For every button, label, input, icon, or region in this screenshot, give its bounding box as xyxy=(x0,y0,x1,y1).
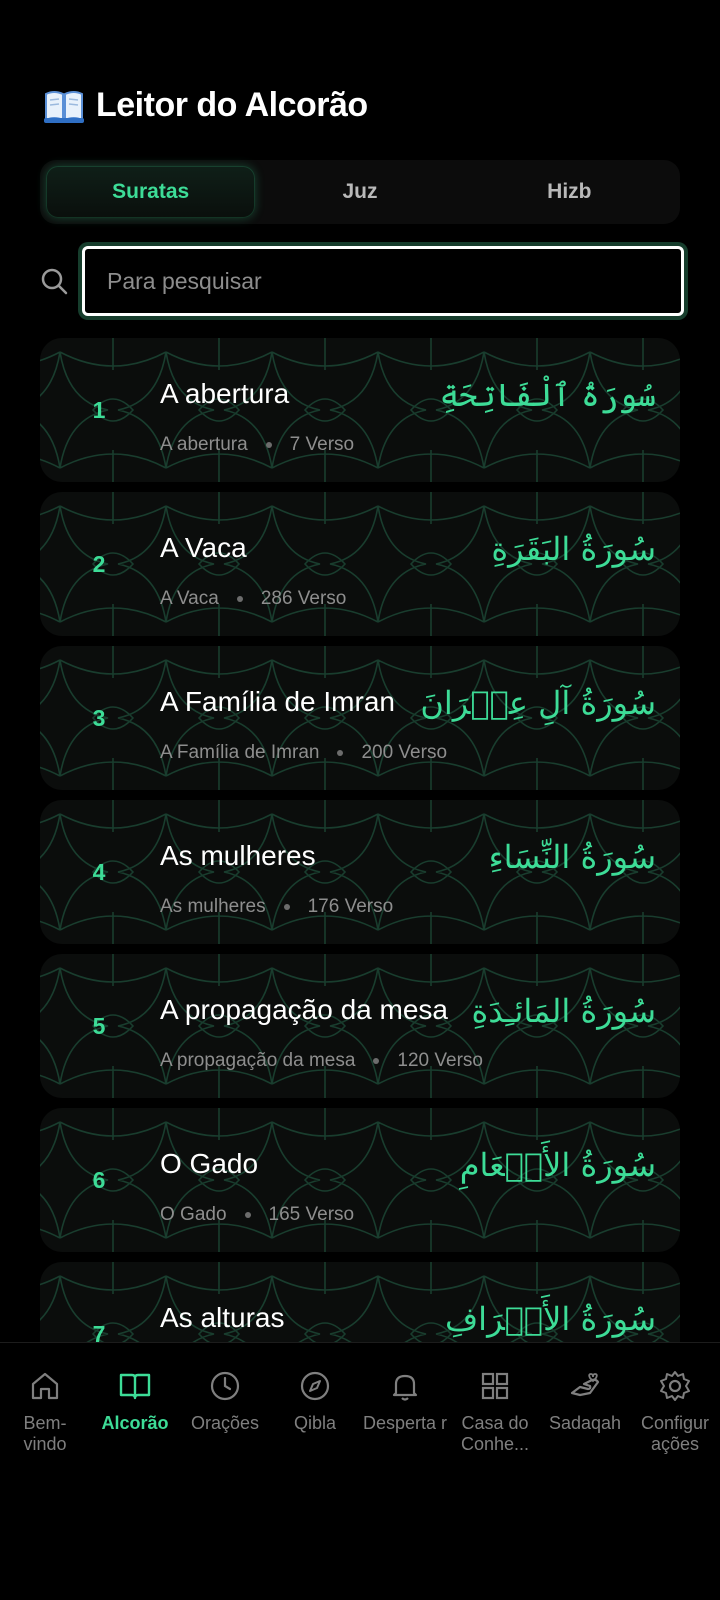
surah-number: 5 xyxy=(92,1012,106,1039)
surah-number: 3 xyxy=(92,704,106,731)
nav-label: Bem-vindo xyxy=(23,1413,67,1454)
surah-arabic-name: سُورَةُ البَقَرَةِ xyxy=(491,530,656,568)
surah-title: O Gado xyxy=(160,1148,259,1179)
surah-meta: A abertura 7 Verso xyxy=(160,434,354,456)
separator-dot xyxy=(373,1058,380,1064)
surah-arabic-name: سُورَةُ النِّسَاءِ xyxy=(488,838,656,876)
surah-title: A abertura xyxy=(160,378,290,409)
nav-item-alcorao[interactable]: Alcorão xyxy=(90,1343,180,1482)
compass-icon xyxy=(300,1371,330,1401)
surah-title: As mulheres xyxy=(160,840,316,871)
search-bar: Para pesquisar xyxy=(40,244,684,318)
surah-meta: A propagação da mesa 120 Verso xyxy=(160,1050,483,1072)
verse-count: 165 Verso xyxy=(268,1204,355,1225)
verse-count: 200 Verso xyxy=(361,742,448,763)
surah-title: A propagação da mesa xyxy=(160,994,448,1025)
surah-subtitle: As mulheres xyxy=(160,896,266,917)
surah-subtitle: O Gado xyxy=(160,1204,227,1225)
surah-title: A Vaca xyxy=(160,532,247,563)
surah-card[interactable]: 4 As mulheres As mulheres 176 Verso سُورَةُ … xyxy=(40,800,680,944)
separator-dot xyxy=(236,596,243,602)
search-input[interactable]: Para pesquisar xyxy=(82,246,684,316)
surah-meta: A Família de Imran 200 Verso xyxy=(160,742,447,764)
nav-label: Configur ações xyxy=(640,1413,710,1454)
nav-label: Sadaqah xyxy=(548,1413,622,1433)
verse-count: 286 Verso xyxy=(260,588,347,609)
surah-number: 6 xyxy=(92,1166,106,1193)
nav-item-sadaqah[interactable]: Sadaqah xyxy=(540,1343,630,1482)
tab-hizb[interactable]: Hizb xyxy=(465,166,674,218)
tab-suratas[interactable]: Suratas xyxy=(46,166,256,218)
surah-card[interactable]: 3 A Família de Imran A Família de Imran 200… xyxy=(40,646,680,790)
surah-card[interactable]: 1 A abertura A abertura 7 Verso سُورَةُ ٱلْف… xyxy=(40,338,680,482)
home-icon xyxy=(31,1372,59,1400)
nav-item-configuracoes[interactable]: Configur ações xyxy=(630,1343,720,1482)
surah-number: 2 xyxy=(92,550,106,577)
clock-icon xyxy=(210,1371,240,1401)
book-icon xyxy=(119,1373,151,1400)
surah-card[interactable]: 6 O Gado O Gado 165 Verso سُورَةُ الأَنۡعَام… xyxy=(40,1108,680,1252)
surah-meta: A Vaca 286 Verso xyxy=(160,588,346,610)
charity-icon xyxy=(570,1373,600,1397)
nav-label: Alcorão xyxy=(101,1413,169,1433)
app-header: Leitor do Alcorão xyxy=(44,86,368,125)
verse-count: 120 Verso xyxy=(397,1050,483,1071)
page-title: Leitor do Alcorão xyxy=(96,86,368,124)
surah-number: 4 xyxy=(92,858,106,885)
tab-bar: Suratas Juz Hizb xyxy=(40,160,680,224)
grid-icon xyxy=(481,1372,509,1400)
surah-number: 1 xyxy=(92,396,106,423)
surah-card[interactable]: 2 A Vaca A Vaca 286 Verso سُورَةُ البَقَرَةِ xyxy=(40,492,680,636)
surah-arabic-name: سُورَةُ المَائـِدَةِ xyxy=(471,992,656,1030)
nav-label: Desperta r xyxy=(362,1413,448,1433)
surah-subtitle: A Família de Imran xyxy=(160,742,320,763)
verse-count: 7 Verso xyxy=(289,434,355,455)
separator-dot xyxy=(244,1212,251,1218)
surah-meta: As mulheres 176 Verso xyxy=(160,896,393,918)
open-book-icon xyxy=(44,88,84,124)
nav-item-qibla[interactable]: Qibla xyxy=(270,1343,360,1482)
surah-card[interactable]: 7 As alturas سُورَةُ الأَعۡرَافِ xyxy=(40,1262,680,1342)
surah-title: As alturas xyxy=(160,1302,285,1333)
gear-icon xyxy=(660,1371,690,1401)
surah-title: A Família de Imran xyxy=(160,686,395,717)
nav-label: Orações xyxy=(190,1413,260,1433)
surah-arabic-name: سُورَةُ ٱلْفَاتِحَةِ xyxy=(439,376,656,414)
surah-arabic-name: سُورَةُ الأَنۡعَامِ xyxy=(459,1146,656,1184)
surah-arabic-name: سُورَةُ آلِ عِمۡرَانَ xyxy=(420,684,656,722)
bottom-nav: Bem-vindo Alcorão Orações Qibla Desperta… xyxy=(0,1342,720,1482)
nav-item-casa-do-conhecimento[interactable]: Casa do Conhe... xyxy=(450,1343,540,1482)
surah-subtitle: A propagação da mesa xyxy=(160,1050,356,1071)
surah-number: 7 xyxy=(92,1320,106,1343)
nav-label: Qibla xyxy=(293,1413,337,1433)
tab-juz[interactable]: Juz xyxy=(255,166,464,218)
separator-dot xyxy=(283,904,290,910)
surah-arabic-name: سُورَةُ الأَعۡرَافِ xyxy=(445,1300,656,1338)
surah-subtitle: A abertura xyxy=(160,434,248,455)
nav-item-oracoes[interactable]: Orações xyxy=(180,1343,270,1482)
surah-subtitle: A Vaca xyxy=(160,588,219,609)
nav-item-despertar[interactable]: Desperta r xyxy=(360,1343,450,1482)
bell-icon xyxy=(392,1374,418,1401)
search-icon[interactable] xyxy=(40,267,68,295)
separator-dot xyxy=(337,750,344,756)
surah-list: 1 A abertura A abertura 7 Verso سُورَةُ ٱلْف… xyxy=(40,338,680,1342)
surah-meta: O Gado 165 Verso xyxy=(160,1204,354,1226)
nav-item-bem-vindo[interactable]: Bem-vindo xyxy=(0,1343,90,1482)
verse-count: 176 Verso xyxy=(307,896,394,917)
surah-card[interactable]: 5A propagação da mesa A propagação da mes… xyxy=(40,954,680,1098)
nav-label: Casa do Conhe... xyxy=(460,1413,530,1454)
separator-dot xyxy=(265,442,272,448)
